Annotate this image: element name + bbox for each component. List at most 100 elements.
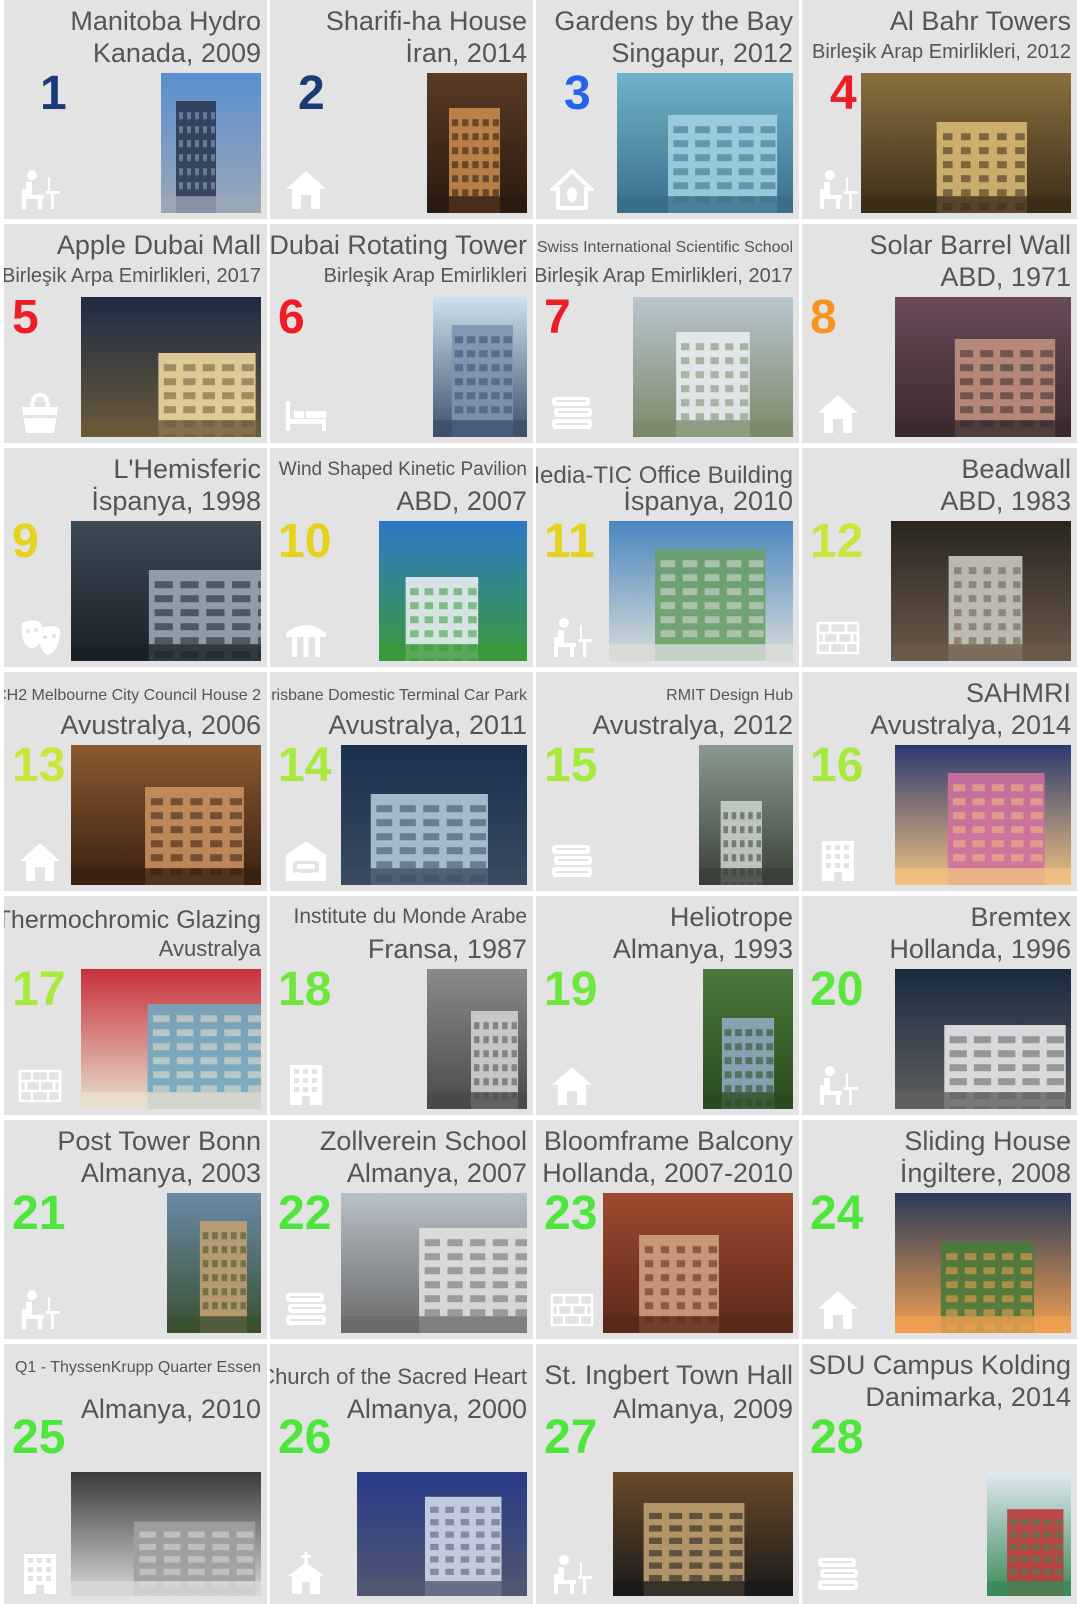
office-building-icon	[284, 1063, 328, 1107]
building-location-year: Hollanda, 2007-2010	[542, 1158, 793, 1188]
building-photo	[357, 1472, 527, 1596]
building-number: 24	[810, 1187, 864, 1240]
building-photo	[895, 969, 1071, 1109]
bed-icon	[284, 391, 328, 435]
books-icon	[816, 1552, 860, 1596]
building-card: Bloomframe Balcony Hollanda, 2007-2010 23	[536, 1120, 799, 1339]
building-title: Solar Barrel Wall	[869, 230, 1071, 260]
building-title: Post Tower Bonn	[57, 1126, 261, 1156]
building-number: 2	[298, 67, 325, 120]
building-photo	[433, 297, 527, 437]
building-photo	[987, 1472, 1071, 1596]
building-card: Apple Dubai Mall Birleşik Arpa Emirlikler…	[4, 224, 267, 443]
building-photo	[609, 521, 793, 661]
building-card: Manitoba Hydro Kanada, 2009 1	[4, 0, 267, 219]
building-photo	[427, 73, 527, 213]
building-card: Church of the Sacred Heart Almanya, 2000 2…	[270, 1344, 533, 1604]
building-card: Sliding House İngiltere, 2008 24	[802, 1120, 1077, 1339]
building-title: Q1 - ThyssenKrupp Quarter Essen	[14, 1359, 261, 1376]
building-number: 6	[278, 291, 305, 344]
building-number: 23	[544, 1187, 598, 1240]
building-location-year: ABD, 1983	[940, 486, 1071, 516]
building-photo	[633, 297, 793, 437]
office-building-icon	[816, 839, 860, 883]
building-card: Bremtex Hollanda, 1996 20	[802, 896, 1077, 1115]
building-location-year: Danimarka, 2014	[865, 1382, 1071, 1412]
building-location-year: Singapur, 2012	[611, 38, 793, 68]
pavilion-icon	[284, 615, 328, 659]
office-building-icon	[18, 1552, 62, 1596]
building-card: CH2 Melbourne City Council House 2 Avustr…	[4, 672, 267, 891]
building-title: Media-TIC Office Building	[536, 462, 793, 489]
building-location-year: İspanya, 2010	[623, 486, 793, 516]
building-title: Institute du Monde Arabe	[293, 905, 528, 928]
building-title: Thermochromic Glazing	[4, 906, 261, 934]
building-title: Al Bahr Towers	[889, 6, 1071, 36]
building-location-year: İran, 2014	[405, 38, 527, 68]
building-card: Thermochromic Glazing Avustralya 17	[4, 896, 267, 1115]
shopping-bag-icon	[18, 391, 62, 435]
building-location-year: Avustralya, 2012	[592, 710, 793, 740]
house-icon	[284, 167, 328, 211]
building-title: Bloomframe Balcony	[543, 1126, 793, 1156]
building-number: 28	[810, 1411, 864, 1464]
building-photo	[603, 1193, 793, 1333]
office-desk-icon	[18, 167, 62, 211]
building-photo	[427, 969, 527, 1109]
building-photo	[617, 73, 793, 213]
building-photo	[379, 521, 527, 661]
building-number: 12	[810, 515, 864, 568]
building-location-year: İspanya, 1998	[91, 486, 261, 516]
building-card: SDU Campus Kolding Danimarka, 2014 28	[802, 1344, 1077, 1604]
building-title: SDU Campus Kolding	[808, 1350, 1071, 1380]
building-location-year: Avustralya, 2006	[60, 710, 261, 740]
building-photo	[167, 1193, 261, 1333]
building-number: 7	[544, 291, 571, 344]
building-number: 18	[278, 963, 332, 1016]
building-card: Solar Barrel Wall ABD, 1971 8	[802, 224, 1077, 443]
building-location-year: Almanya, 2000	[346, 1394, 527, 1424]
building-title: Wind Shaped Kinetic Pavilion	[278, 459, 527, 480]
building-number: 10	[278, 515, 332, 568]
building-grid: Manitoba Hydro Kanada, 2009 1 Sharifi-ha Ho…	[0, 0, 1081, 1604]
building-card: Gardens by the Bay Singapur, 2012 3	[536, 0, 799, 219]
house-icon	[816, 1287, 860, 1331]
building-card: Media-TIC Office Building İspanya, 2010 11	[536, 448, 799, 667]
building-card: St. Ingbert Town Hall Almanya, 2009 27	[536, 1344, 799, 1604]
building-number: 3	[564, 67, 591, 120]
building-number: 26	[278, 1411, 332, 1464]
building-number: 27	[544, 1411, 598, 1464]
building-photo	[891, 521, 1071, 661]
building-location-year: Almanya, 2007	[346, 1158, 527, 1188]
building-photo	[861, 73, 1071, 213]
building-card: Brisbane Domestic Terminal Car Park Avust…	[270, 672, 533, 891]
building-title: Zollverein School	[319, 1126, 527, 1156]
building-number: 19	[544, 963, 598, 1016]
building-location-year: Avustralya, 2014	[870, 710, 1071, 740]
building-card: Heliotrope Almanya, 1993 19	[536, 896, 799, 1115]
building-title: Brisbane Domestic Terminal Car Park	[270, 687, 527, 704]
building-photo	[613, 1472, 793, 1596]
building-number: 14	[278, 739, 332, 792]
building-card: Beadwall ABD, 1983 12	[802, 448, 1077, 667]
building-card: L'Hemisferic İspanya, 1998 9	[4, 448, 267, 667]
building-photo	[71, 745, 261, 885]
building-photo	[71, 521, 261, 661]
books-icon	[284, 1287, 328, 1331]
building-photo	[341, 745, 527, 885]
building-photo	[71, 1472, 261, 1596]
building-title: Gardens by the Bay	[554, 6, 793, 36]
building-card: Q1 - ThyssenKrupp Quarter Essen Almanya, …	[4, 1344, 267, 1604]
car-garage-icon	[284, 839, 328, 883]
building-number: 17	[12, 963, 66, 1016]
building-photo	[895, 297, 1071, 437]
building-title: Bremtex	[970, 902, 1071, 932]
greenhouse-icon	[550, 167, 594, 211]
office-desk-icon	[550, 615, 594, 659]
building-title: CH2 Melbourne City Council House 2	[4, 687, 261, 704]
building-number: 21	[12, 1187, 66, 1240]
building-photo	[81, 969, 261, 1109]
building-card: Al Bahr Towers Birleşik Arap Emirlikleri,…	[802, 0, 1077, 219]
building-location-year: İngiltere, 2008	[899, 1158, 1071, 1188]
building-number: 22	[278, 1187, 332, 1240]
